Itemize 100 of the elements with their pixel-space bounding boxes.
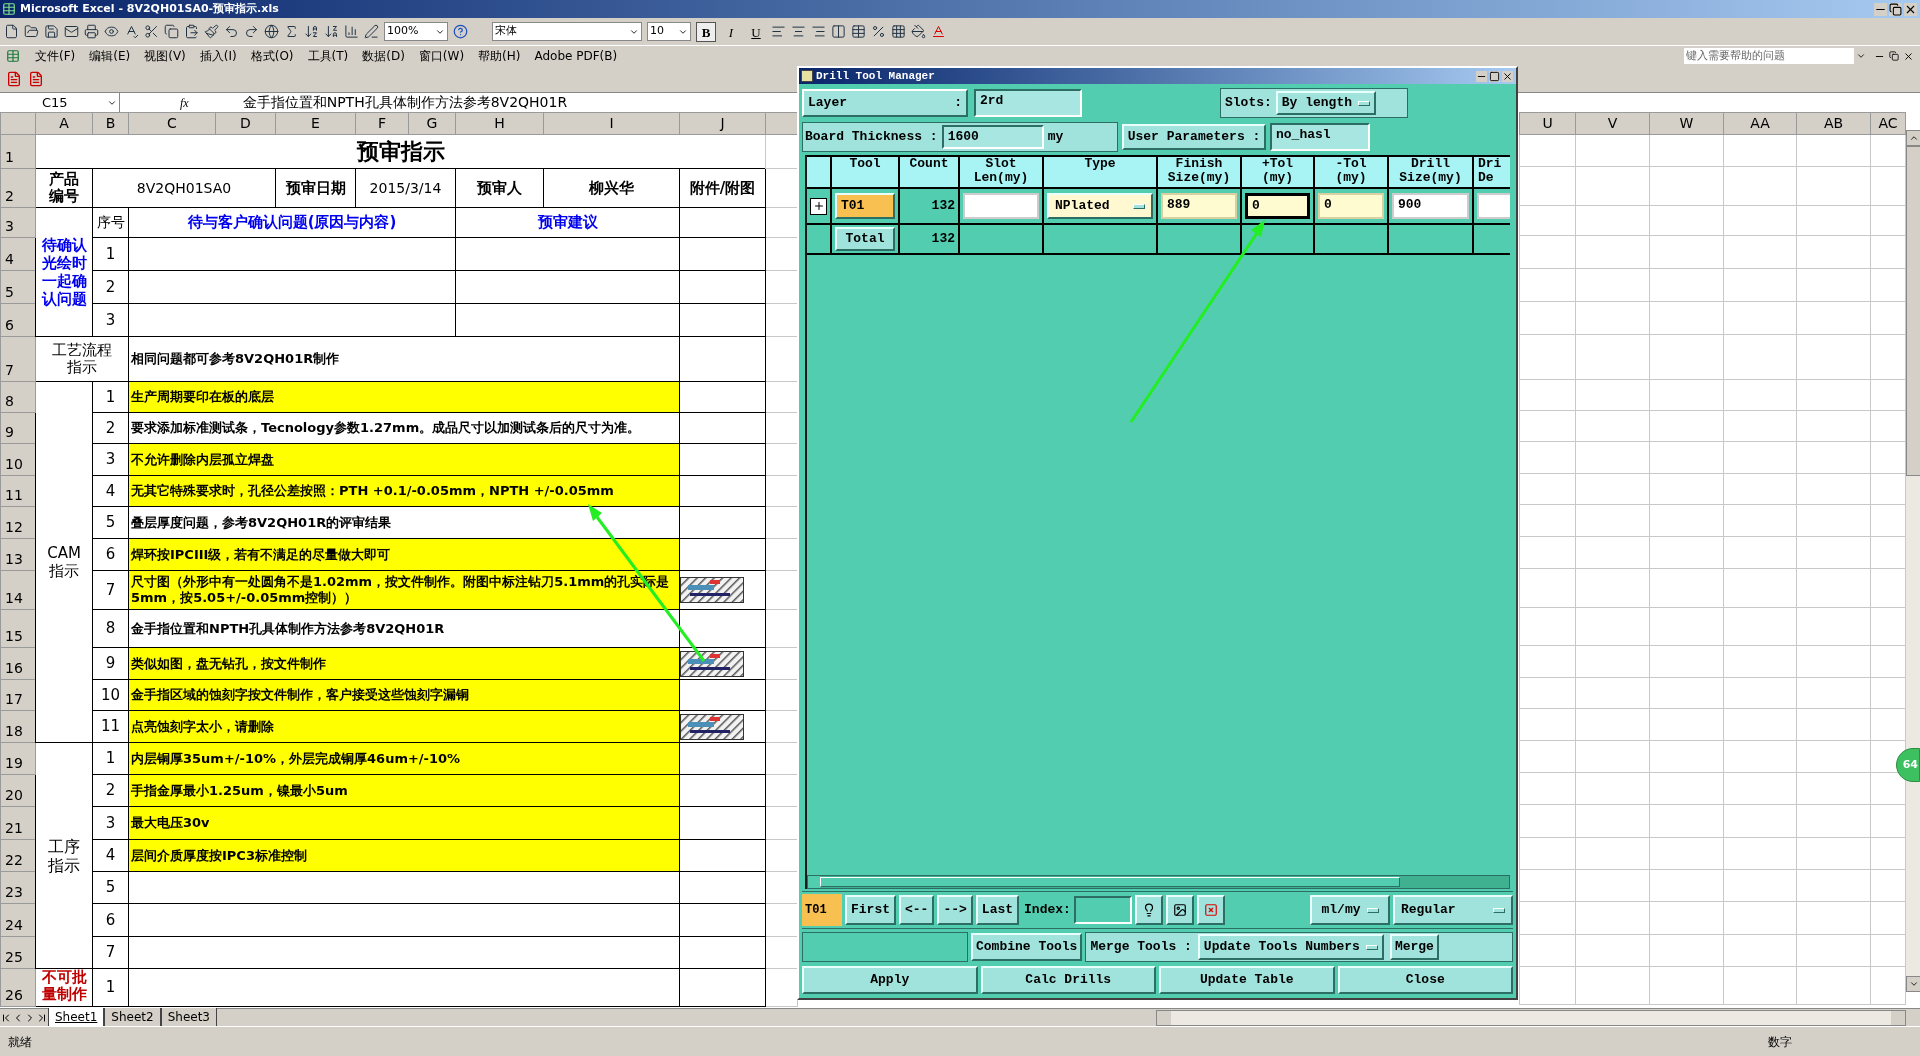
action-button[interactable]: Close bbox=[1337, 966, 1513, 994]
pdf-icon[interactable] bbox=[6, 71, 22, 87]
menu-item[interactable]: 编辑(E) bbox=[82, 47, 138, 65]
close-icon[interactable] bbox=[1903, 50, 1914, 62]
format-button[interactable]: I bbox=[721, 21, 741, 42]
layer-field[interactable]: 2rd bbox=[974, 89, 1082, 117]
row-header[interactable]: 26 bbox=[0, 968, 36, 1007]
row-header[interactable]: 21 bbox=[0, 806, 36, 840]
board-thickness-field[interactable]: 1600 bbox=[941, 125, 1044, 149]
column-header[interactable]: AC bbox=[1870, 112, 1906, 135]
sort-ascending-icon[interactable] bbox=[304, 24, 319, 39]
row-header[interactable]: 25 bbox=[0, 936, 36, 969]
nav-button[interactable]: <-- bbox=[899, 895, 935, 925]
menu-item[interactable]: 插入(I) bbox=[192, 47, 244, 65]
borders-icon[interactable] bbox=[891, 24, 906, 39]
close-icon[interactable] bbox=[1904, 2, 1917, 16]
globe-icon[interactable] bbox=[264, 24, 279, 39]
last-sheet-icon[interactable] bbox=[36, 1011, 48, 1024]
row-header[interactable]: 1 bbox=[0, 134, 36, 169]
nav-button[interactable]: First bbox=[845, 895, 896, 925]
column-header[interactable]: W bbox=[1649, 112, 1724, 135]
zoom-combo[interactable]: 100% bbox=[384, 22, 448, 41]
minimize-icon[interactable] bbox=[1476, 70, 1487, 82]
merge-option-menu[interactable]: Update Tools Numbers bbox=[1197, 934, 1384, 960]
action-button[interactable]: Calc Drills bbox=[980, 966, 1156, 994]
row-header[interactable]: 22 bbox=[0, 839, 36, 872]
font-combo[interactable]: 宋体 bbox=[492, 22, 642, 41]
sigma-icon[interactable] bbox=[284, 24, 299, 39]
menu-item[interactable]: 格式(O) bbox=[243, 47, 301, 65]
units-option-menu[interactable]: ml/my bbox=[1310, 895, 1390, 925]
blank-page-icon[interactable] bbox=[4, 24, 19, 39]
minimize-icon[interactable] bbox=[1874, 2, 1887, 16]
sheet-tab[interactable]: Sheet2 bbox=[104, 1008, 161, 1027]
row-header[interactable]: 14 bbox=[0, 570, 36, 610]
mode-option-menu[interactable]: Regular bbox=[1393, 895, 1513, 925]
paintbrush-icon[interactable] bbox=[204, 24, 219, 39]
entry-field[interactable]: 900 bbox=[1392, 193, 1469, 219]
expand-toggle-icon[interactable] bbox=[810, 197, 827, 215]
merge-cells-icon[interactable] bbox=[831, 24, 846, 39]
column-header[interactable]: AB bbox=[1796, 112, 1871, 135]
clipboard-icon[interactable] bbox=[184, 24, 199, 39]
row-header[interactable]: 24 bbox=[0, 903, 36, 937]
sort-descending-icon[interactable] bbox=[324, 24, 339, 39]
first-sheet-icon[interactable] bbox=[0, 1011, 12, 1024]
percent-icon[interactable] bbox=[871, 24, 886, 39]
maximize-icon[interactable] bbox=[1489, 70, 1500, 82]
eye-icon[interactable] bbox=[104, 24, 119, 39]
row-header[interactable]: 2 bbox=[0, 168, 36, 208]
row-header[interactable]: 6 bbox=[0, 303, 36, 337]
action-button[interactable]: Update Table bbox=[1159, 966, 1335, 994]
column-header[interactable]: H bbox=[455, 112, 544, 135]
column-header[interactable]: I bbox=[543, 112, 680, 135]
format-button[interactable]: U bbox=[746, 21, 766, 42]
scroll-up-icon[interactable] bbox=[1909, 133, 1919, 143]
combine-tools-button[interactable]: Combine Tools bbox=[971, 933, 1083, 961]
column-header[interactable]: E bbox=[275, 112, 356, 135]
copy-icon[interactable] bbox=[164, 24, 179, 39]
bar-chart-icon[interactable] bbox=[344, 24, 359, 39]
align-center-icon[interactable] bbox=[791, 24, 806, 39]
tool-button[interactable]: T01 bbox=[835, 193, 895, 219]
format-button[interactable]: B bbox=[696, 21, 716, 42]
nav-button[interactable]: Last bbox=[975, 895, 1020, 925]
column-header[interactable]: G bbox=[408, 112, 456, 135]
row-header[interactable]: 11 bbox=[0, 475, 36, 507]
row-header[interactable]: 4 bbox=[0, 237, 36, 271]
row-header[interactable]: 15 bbox=[0, 609, 36, 648]
image-button[interactable] bbox=[1165, 895, 1194, 925]
caret-icon[interactable] bbox=[1856, 51, 1866, 61]
total-button[interactable]: Total bbox=[835, 227, 895, 251]
entry-field[interactable]: 0 bbox=[1318, 193, 1384, 219]
entry-field[interactable] bbox=[963, 193, 1039, 219]
lightbulb-button[interactable] bbox=[1134, 895, 1163, 925]
font-size-combo[interactable]: 10 bbox=[647, 22, 691, 41]
menu-item[interactable]: 工具(T) bbox=[300, 47, 356, 65]
slots-option-menu[interactable]: By length bbox=[1275, 91, 1377, 115]
row-header[interactable]: 13 bbox=[0, 538, 36, 571]
index-field[interactable] bbox=[1073, 896, 1132, 924]
user-parameters-button[interactable]: User Parameters : bbox=[1122, 124, 1266, 150]
help-icon[interactable] bbox=[453, 24, 468, 39]
align-left-icon[interactable] bbox=[771, 24, 786, 39]
paint-bucket-icon[interactable] bbox=[911, 24, 926, 39]
column-header[interactable]: AA bbox=[1723, 112, 1797, 135]
row-header[interactable]: 9 bbox=[0, 412, 36, 444]
envelope-icon[interactable] bbox=[64, 24, 79, 39]
align-right-icon[interactable] bbox=[811, 24, 826, 39]
delete-button[interactable] bbox=[1196, 895, 1225, 925]
font-color-icon[interactable] bbox=[931, 24, 946, 39]
pdf-icon[interactable] bbox=[28, 71, 44, 87]
function-label[interactable]: fx bbox=[120, 93, 243, 112]
menu-item[interactable]: 数据(D) bbox=[355, 47, 412, 65]
spellcheck-icon[interactable] bbox=[124, 24, 139, 39]
row-header[interactable]: 8 bbox=[0, 381, 36, 413]
row-header[interactable]: 5 bbox=[0, 270, 36, 304]
sheet-tab[interactable]: Sheet1 bbox=[48, 1008, 105, 1027]
horizontal-scrollbar[interactable] bbox=[807, 875, 1510, 889]
formula-field[interactable]: 金手指位置和NPTH孔具体制作方法参考8V2QH01R bbox=[242, 92, 791, 113]
column-header[interactable]: D bbox=[215, 112, 276, 135]
folder-icon[interactable] bbox=[24, 24, 39, 39]
row-header[interactable]: 18 bbox=[0, 710, 36, 743]
column-header[interactable]: F bbox=[355, 112, 409, 135]
